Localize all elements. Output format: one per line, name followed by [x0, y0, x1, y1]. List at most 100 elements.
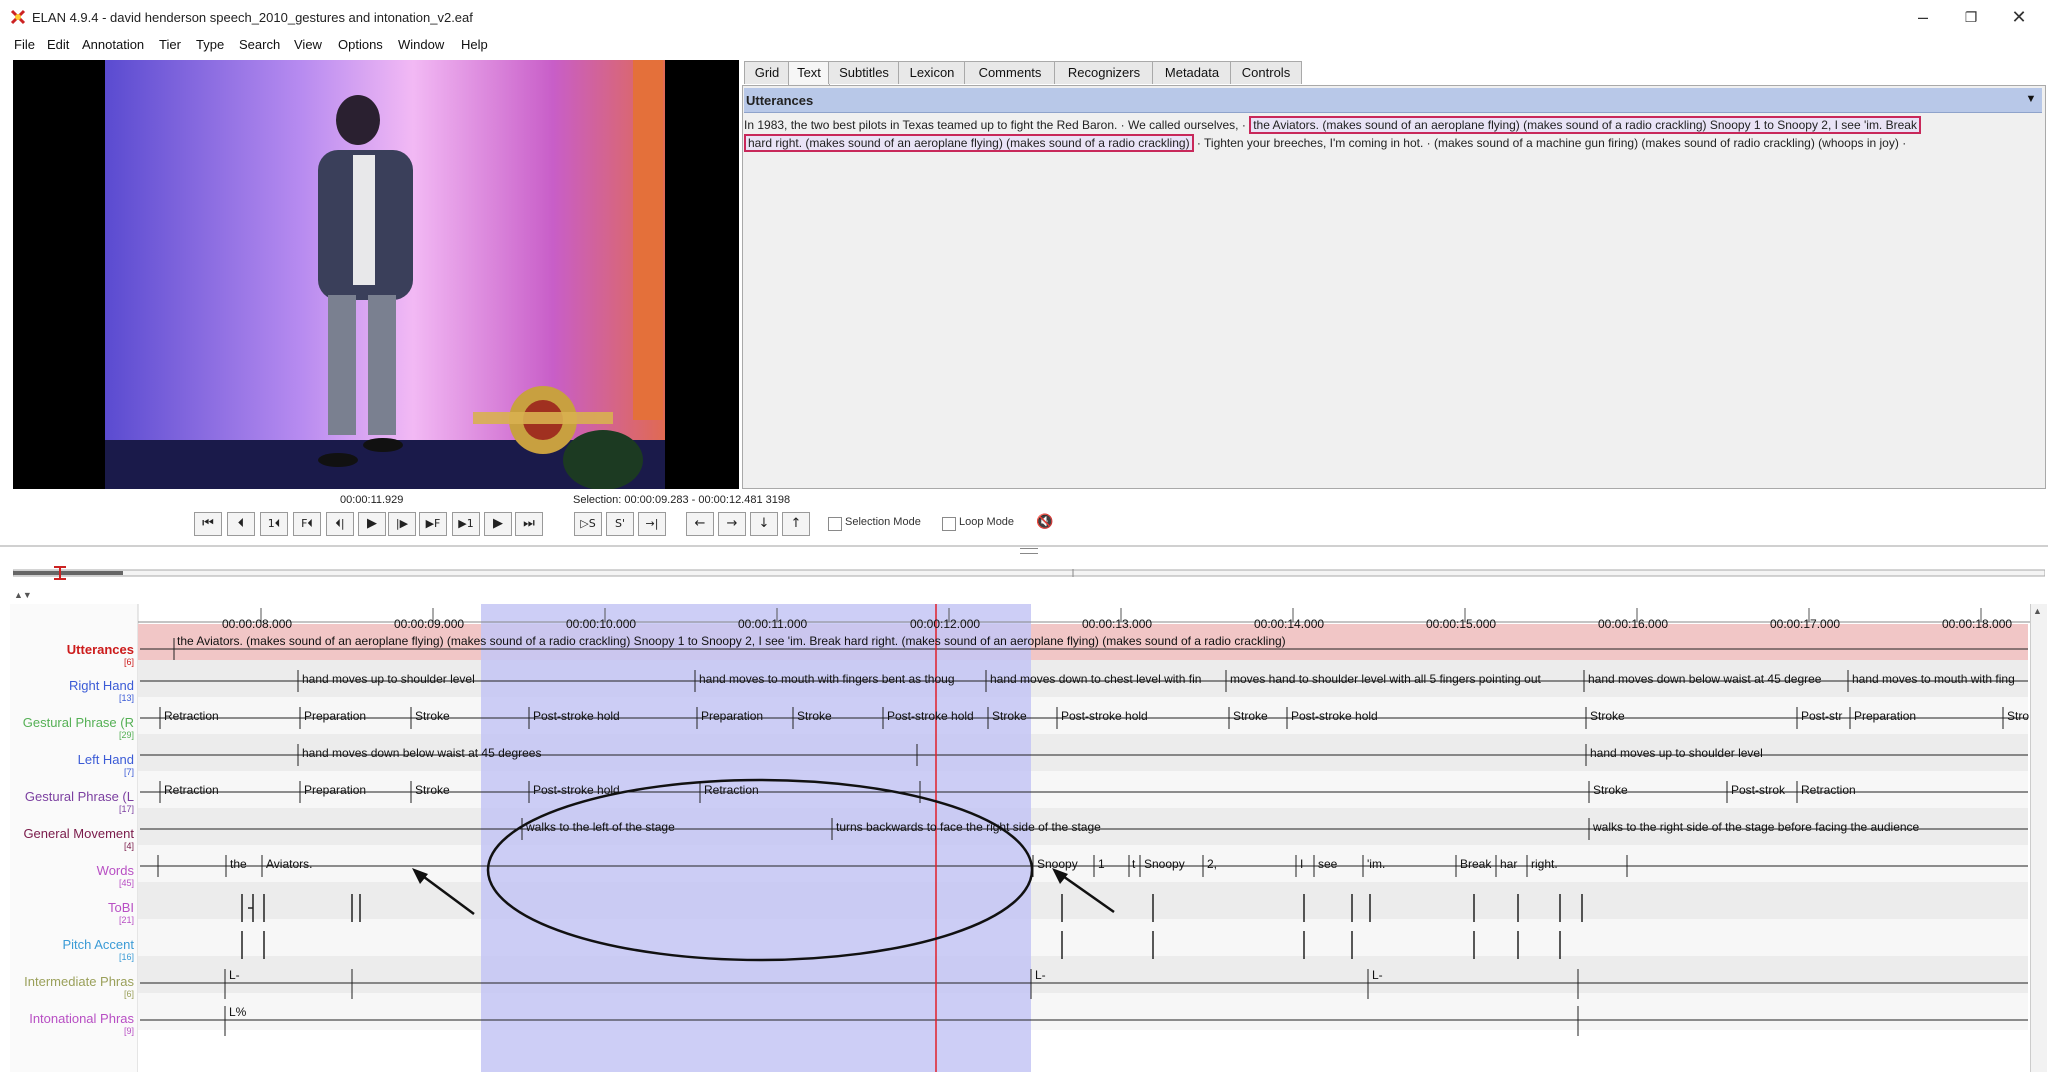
annotation-word[interactable]: Snoopy [1037, 857, 1092, 871]
menu-tier[interactable]: Tier [159, 34, 181, 56]
selection-begin-button[interactable]: S' [606, 512, 634, 536]
tab-comments[interactable]: Comments [964, 61, 1056, 84]
minimize-button[interactable]: – [1900, 4, 1946, 30]
tab-recognizers[interactable]: Recognizers [1054, 61, 1154, 84]
vertical-scrollbar[interactable] [2030, 604, 2047, 1072]
annotation-right-hand[interactable]: hand moves down to chest level with fin [990, 672, 1224, 686]
annotation-right-hand[interactable]: hand moves to mouth with fing [1852, 672, 2028, 686]
annotation-gesture-phase-left[interactable]: Retraction [704, 783, 918, 797]
tier-name-gestural-phrase-r[interactable]: Gestural Phrase (R [23, 715, 134, 730]
splitter[interactable] [0, 545, 2048, 547]
tier-name-left-hand[interactable]: Left Hand [78, 752, 134, 767]
annotation-left-hand[interactable]: hand moves up to shoulder level [1590, 746, 2026, 760]
annotation-general-movement[interactable]: walks to the left of the stage [526, 820, 830, 834]
annotation-left-hand[interactable]: hand moves down below waist at 45 degree… [302, 746, 914, 760]
annotation-word[interactable]: 1 [1098, 857, 1126, 871]
tier-name-pitch-accent[interactable]: Pitch Accent [62, 937, 134, 952]
annotation-utterance[interactable]: the Aviators. (makes sound of an aeropla… [177, 634, 1417, 648]
tier-name-gestural-phrase-l[interactable]: Gestural Phrase (L [25, 789, 134, 804]
annotation-word[interactable]: Aviators. [266, 857, 336, 871]
timeline-viewer[interactable]: 00:00:08.000 00:00:09.000 00:00:10.000 0… [0, 594, 2048, 1072]
annotation-gesture-phase[interactable]: Post-str [1801, 709, 1848, 723]
close-button[interactable]: ✕ [1996, 4, 2042, 30]
chevron-down-icon[interactable]: ▼ [2024, 92, 2038, 106]
previous-scroll-button[interactable]: F⏴ [293, 512, 321, 536]
tab-text[interactable]: Text [788, 61, 830, 86]
annotation-gesture-phase[interactable]: Stro [2007, 709, 2029, 723]
annotation-gesture-phase[interactable]: Preparation [701, 709, 791, 723]
annotation-gesture-phase[interactable]: Post-stroke hold [887, 709, 986, 723]
annotation-gesture-phase[interactable]: Retraction [164, 709, 298, 723]
menu-annotation[interactable]: Annotation [82, 34, 144, 56]
annotation-gesture-phase-left[interactable]: Preparation [304, 783, 409, 797]
play-selection-button[interactable]: ▷S [574, 512, 602, 536]
arrow-right-button[interactable]: → [718, 512, 746, 536]
annotation-gesture-phase-left[interactable]: Retraction [164, 783, 298, 797]
maximize-button[interactable]: ❐ [1948, 4, 1994, 30]
menu-view[interactable]: View [294, 34, 322, 56]
annotation-intonational-phrase[interactable]: L% [229, 1005, 259, 1019]
annotation-gesture-phase[interactable]: Preparation [1854, 709, 2001, 723]
annotation-word[interactable]: t [1132, 857, 1140, 871]
annotation-intermediate-phrase[interactable]: L- [229, 968, 249, 982]
annotation-gesture-phase[interactable]: Preparation [304, 709, 409, 723]
annotation-gesture-phase-left[interactable]: Post-strok [1731, 783, 1795, 797]
annotation-gesture-phase-left[interactable]: Post-stroke hold [533, 783, 698, 797]
volume-icon[interactable]: 🔇 [1036, 513, 1053, 530]
annotation-intermediate-phrase[interactable]: L- [1372, 968, 1392, 982]
annotation-general-movement[interactable]: turns backwards to face the right side o… [836, 820, 1296, 834]
go-to-begin-button[interactable]: ⏮ [194, 512, 222, 536]
tab-lexicon[interactable]: Lexicon [898, 61, 966, 84]
tier-selector-bar[interactable] [744, 88, 2042, 113]
annotation-right-hand[interactable]: hand moves down below waist at 45 degree [1588, 672, 1846, 686]
next-frame-button[interactable]: ▶ [484, 512, 512, 536]
selection-mode-checkbox[interactable] [828, 517, 842, 531]
next-scroll-button[interactable]: ▶F [419, 512, 447, 536]
menu-edit[interactable]: Edit [47, 34, 69, 56]
menu-window[interactable]: Window [398, 34, 444, 56]
annotation-word[interactable]: har [1500, 857, 1526, 871]
annotation-gesture-phase[interactable]: Post-stroke hold [1291, 709, 1584, 723]
annotation-word[interactable]: see [1318, 857, 1358, 871]
arrow-up-button[interactable]: ↑ [782, 512, 810, 536]
annotation-gesture-phase-left[interactable]: Stroke [1593, 783, 1725, 797]
video-viewer[interactable] [13, 60, 739, 489]
annotation-word[interactable]: Break [1460, 857, 1496, 871]
menu-file[interactable]: File [14, 34, 35, 56]
selection-end-button[interactable]: →| [638, 512, 666, 536]
annotation-general-movement[interactable]: walks to the right side of the stage bef… [1593, 820, 2027, 834]
annotation-gesture-phase[interactable]: Stroke [992, 709, 1055, 723]
menu-search[interactable]: Search [239, 34, 280, 56]
tier-name-tobi[interactable]: ToBI [108, 900, 134, 915]
arrow-left-button[interactable]: ← [686, 512, 714, 536]
annotation-gesture-phase-left[interactable]: Stroke [415, 783, 527, 797]
annotation-intermediate-phrase[interactable]: L- [1035, 968, 1055, 982]
menu-options[interactable]: Options [338, 34, 383, 56]
step-back-frame-button[interactable]: ⏴| [326, 512, 354, 536]
annotation-word[interactable]: 'im. [1367, 857, 1407, 871]
menu-help[interactable]: Help [461, 34, 488, 56]
annotation-word[interactable]: right. [1531, 857, 1571, 871]
tab-grid[interactable]: Grid [744, 61, 790, 84]
highlighted-utterance[interactable]: the Aviators. (makes sound of an aeropla… [1249, 116, 1921, 134]
tier-name-right-hand[interactable]: Right Hand [69, 678, 134, 693]
annotation-right-hand[interactable]: hand moves up to shoulder level [302, 672, 692, 686]
annotation-gesture-phase[interactable]: Post-stroke hold [1061, 709, 1227, 723]
tier-name-utterances[interactable]: Utterances [67, 642, 134, 657]
annotation-gesture-phase[interactable]: Stroke [415, 709, 527, 723]
annotation-word[interactable]: Snoopy [1144, 857, 1202, 871]
scroll-up-icon[interactable]: ▲ [2033, 606, 2042, 616]
overview-strip[interactable] [13, 566, 2045, 580]
menu-type[interactable]: Type [196, 34, 224, 56]
tab-subtitles[interactable]: Subtitles [828, 61, 900, 84]
annotation-gesture-phase-left[interactable]: Retraction [1801, 783, 2026, 797]
tab-controls[interactable]: Controls [1230, 61, 1302, 84]
play-button[interactable]: ▶ [358, 512, 386, 536]
tab-metadata[interactable]: Metadata [1152, 61, 1232, 84]
highlighted-utterance-continued[interactable]: hard right. (makes sound of an aeroplane… [744, 134, 1194, 152]
step-forward-frame-button[interactable]: |▶ [388, 512, 416, 536]
annotation-gesture-phase[interactable]: Stroke [797, 709, 881, 723]
annotation-gesture-phase[interactable]: Post-stroke hold [533, 709, 695, 723]
annotation-word[interactable]: the [230, 857, 260, 871]
tier-name-general-movement[interactable]: General Movement [23, 826, 134, 841]
